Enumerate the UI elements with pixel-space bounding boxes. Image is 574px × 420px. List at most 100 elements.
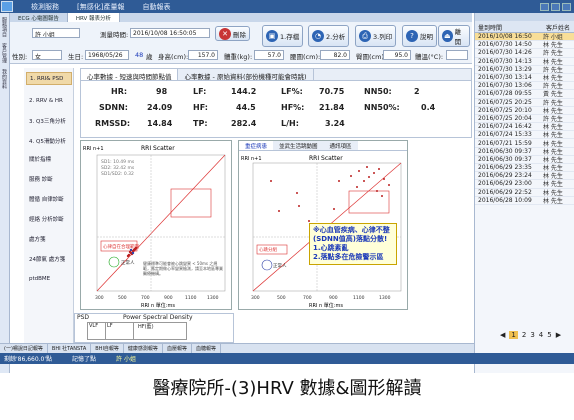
pagination: ◀ 1 2 3 4 5 ▶ (500, 331, 561, 339)
hf-value: 44.5 (236, 103, 256, 112)
bottom-tab-1[interactable]: BHI 社TANSTA (48, 344, 92, 353)
delete-button[interactable]: ✕ 刪除 (215, 26, 250, 41)
save-button[interactable]: ▣ 1.存檔 (262, 25, 304, 47)
analyze-button[interactable]: ◔ 2.分析 (308, 25, 350, 47)
history-row-time: 2016/07/24 16:42 (478, 123, 532, 131)
patient-toolbar: 許 小姐 測量時間: 2016/10/08 16:50:05 ✕ 刪除 性別: 女… (10, 22, 472, 64)
print-button[interactable]: ⎙ 3.列印 (355, 25, 397, 47)
nav-body-diag[interactable]: 體循 自律診斷 (26, 192, 72, 205)
page-2[interactable]: 2 (522, 331, 526, 339)
scatter1-ylabel: RRI n+1 (83, 146, 104, 152)
status-memory: 記憶了點 (72, 356, 97, 363)
history-row-time: 2016/07/30 13:14 (478, 74, 532, 82)
rail-item-service[interactable]: 服務項目 (1, 17, 8, 39)
status-points: 剩餘'86,660.0'點 (4, 356, 53, 363)
nav-rrv-hr[interactable]: 2. RRV & HR (26, 94, 72, 107)
menu-tab-report[interactable]: [無感化]產量報 (77, 2, 124, 12)
scatter2-xlabel: RRI n 單位:ms (309, 302, 343, 309)
gender-select[interactable]: 女 (32, 50, 62, 60)
page-prev-icon[interactable]: ◀ (500, 331, 505, 339)
hip-label: 臀圍(cm): (356, 53, 387, 61)
nn50p-label: NN50%: (364, 103, 400, 112)
rri-scatter-left: RRI Scatter RRI n+1 SD1: 10.49 ms SD2: 3… (80, 140, 232, 310)
page-next-icon[interactable]: ▶ (556, 331, 561, 339)
scatter2-note1: 心跳分組 (259, 246, 277, 253)
history-row-time: 2016/06/29 23:24 (478, 172, 532, 180)
hfp-label: HF%: (281, 103, 305, 112)
menu-tab-service[interactable]: 檢測服務 (31, 2, 59, 12)
help-button[interactable]: ? 說明 (402, 25, 437, 47)
help-icon: ? (406, 30, 418, 42)
tp-value: 282.4 (231, 119, 257, 128)
scatter2-xtick-1: 500 (277, 295, 286, 301)
scatter2-xtick-5: 1300 (379, 295, 391, 301)
height-label: 身高(cm): (158, 53, 189, 61)
weight-field[interactable]: 57.0 (254, 50, 284, 60)
nav-prescription[interactable]: 處方箋 (26, 232, 72, 245)
page-5[interactable]: 5 (547, 331, 551, 339)
bottom-tab-4[interactable]: 血壓報等 (163, 344, 192, 353)
history-row-time: 2016/06/29 22:52 (478, 188, 532, 196)
measure-time-label: 測量時間: (100, 31, 129, 39)
scatter2-note2: 正常人 (273, 262, 287, 269)
lf-value: 144.2 (231, 87, 257, 96)
minimize-icon[interactable] (540, 2, 549, 11)
page-1[interactable]: 1 (509, 331, 518, 339)
rmssd-value: 14.84 (147, 119, 173, 128)
nav-solar-terms[interactable]: 24節氣 處方箋 (26, 252, 72, 265)
birth-field[interactable]: 1968/05/26 (85, 50, 129, 60)
tab-severe[interactable]: 重症病患 (239, 141, 274, 150)
lh-value: 3.24 (325, 119, 345, 128)
waist-field[interactable]: 82.0 (320, 50, 350, 60)
tab-hrv[interactable]: HRV 報表分析 (67, 13, 120, 22)
maximize-icon[interactable] (551, 2, 560, 11)
bottom-tab-0[interactable]: (一)嘯說日記報等 (0, 344, 48, 353)
scatter2-xtick-3: 900 (329, 295, 338, 301)
history-row[interactable]: 2016/06/28 10:09 林 先生 (475, 197, 574, 205)
history-row-time: 2016/06/29 23:00 (478, 180, 532, 188)
tab-life-beat[interactable]: 並武生活跳動圖 (273, 141, 324, 150)
nav-about[interactable]: 關於指標 (26, 152, 72, 165)
scatter2-xtick-4: 1100 (353, 295, 365, 301)
tab-ecg[interactable]: ECG 心電圖報告 (10, 13, 68, 22)
nav-q5[interactable]: 4. Q5滑動分析 (26, 134, 72, 147)
psd-bands: VLF LF HF(藍) (87, 322, 187, 340)
patient-name-field[interactable]: 許 小姐 (32, 28, 80, 38)
nav-meridian[interactable]: 經絡 分析診斷 (26, 212, 72, 225)
close-icon[interactable] (562, 2, 571, 11)
tab-raw-stats[interactable]: 心率數據 - 原始資料(部份機種可能會時跳) (178, 69, 314, 81)
title-bar: 檢測服務 [無感化]產量報 自動報表 (0, 0, 574, 13)
page-3[interactable]: 3 (530, 331, 534, 339)
nav-service-diag[interactable]: 服務 診斷 (26, 172, 72, 185)
lfp-label: LF%: (281, 87, 303, 96)
measure-time-select[interactable]: 2016/10/08 16:50:05 (130, 28, 210, 38)
history-row-time: 2016/07/21 15:59 (478, 139, 532, 147)
tab-short-stats[interactable]: 心率數據 - 短速與時間節點值 (81, 69, 179, 81)
page-4[interactable]: 4 (539, 331, 543, 339)
nav-q3[interactable]: 3. Q3三角分析 (26, 114, 72, 127)
height-field[interactable]: 157.0 (188, 50, 218, 60)
history-col-name[interactable]: 客戶姓名 (543, 21, 573, 32)
history-col-time[interactable]: 量到時間 (475, 21, 543, 32)
bottom-tab-2[interactable]: BHI自報等 (91, 344, 124, 353)
temp-field[interactable] (446, 50, 468, 60)
exit-button[interactable]: ⏏ 離開 (438, 25, 470, 47)
status-user: 許 小姐 (116, 356, 136, 363)
menu-tab-auto[interactable]: 自動報表 (142, 2, 170, 12)
nav-ptdbme[interactable]: ptdBME (26, 272, 72, 285)
history-row-time: 2016/07/25 20:04 (478, 114, 532, 122)
bottom-tab-3[interactable]: 健康感測報等 (124, 344, 163, 353)
history-row-time: 2016/07/30 13:06 (478, 82, 532, 90)
history-row-time: 2016/06/29 23:35 (478, 164, 532, 172)
rail-item-customer[interactable]: 客戶管理 (1, 43, 8, 65)
rmssd-label: RMSSD: (95, 119, 131, 128)
bottom-tab-5[interactable]: 血糖報等 (192, 344, 221, 353)
hip-field[interactable]: 95.0 (383, 50, 411, 60)
history-list: 2016/10/08 16:50 許 小姐 2016/07/30 14:50 林 先生… (475, 33, 574, 205)
nav-rri-psd[interactable]: 1. RRI& PSD (26, 72, 72, 85)
rail-item-mydata[interactable]: 我的資料 (1, 69, 8, 91)
history-row-time: 2016/06/30 09:37 (478, 155, 532, 163)
tab-comm[interactable]: 通訊項區 (323, 141, 358, 150)
nn50-value: 2 (414, 87, 420, 96)
history-row-time: 2016/07/30 14:13 (478, 57, 532, 65)
